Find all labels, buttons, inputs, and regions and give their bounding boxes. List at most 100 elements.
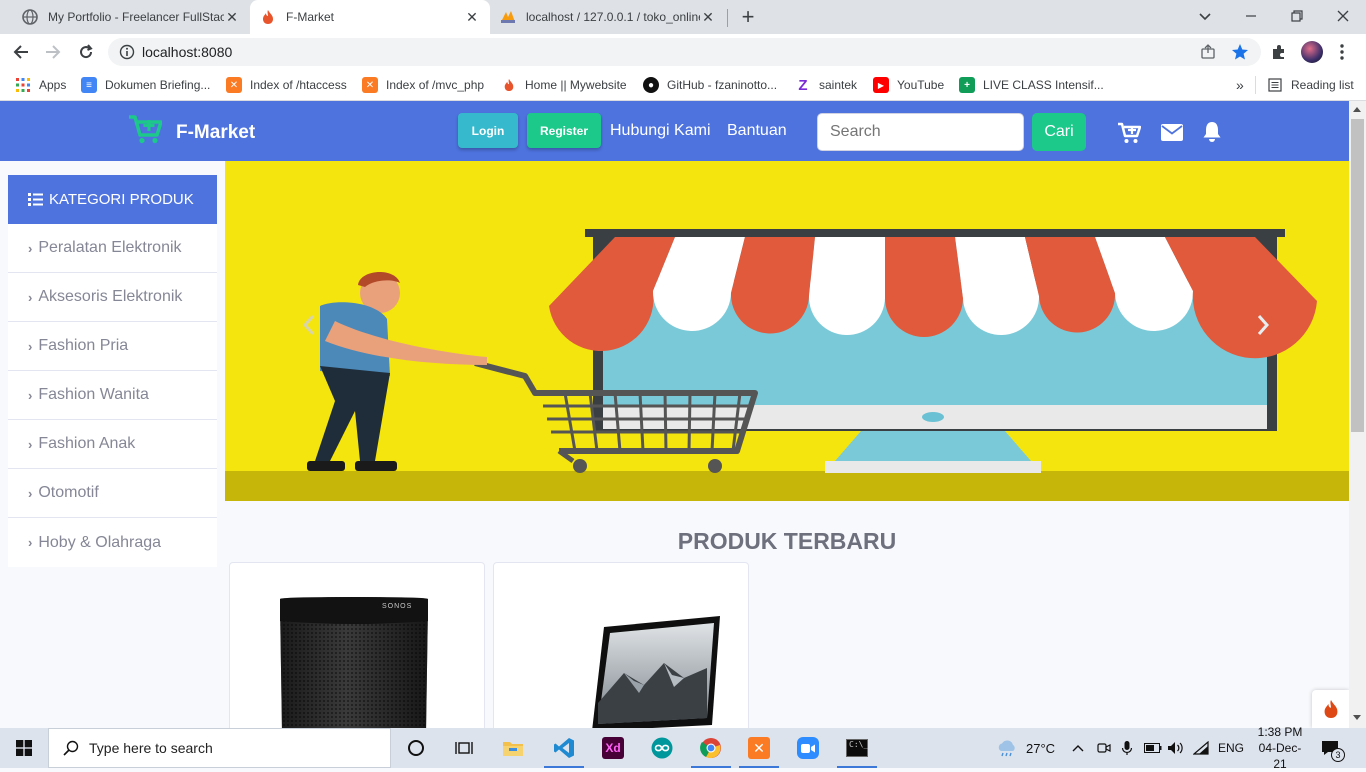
task-view-icon[interactable]	[440, 728, 488, 768]
url-text[interactable]: localhost:8080	[142, 44, 232, 60]
bookmark-live-class[interactable]: + LIVE CLASS Intensif...	[959, 76, 1104, 94]
minimize-icon[interactable]	[1241, 6, 1261, 26]
category-item-fashion-anak[interactable]: › Fashion Anak	[8, 420, 217, 469]
volume-icon[interactable]	[1167, 728, 1185, 768]
profile-avatar[interactable]	[1301, 41, 1323, 63]
bookmark-dokumen[interactable]: ≡ Dokumen Briefing...	[81, 76, 210, 94]
bookmark-github[interactable]: ● GitHub - fzaninotto...	[643, 76, 777, 94]
scroll-down-arrow-icon[interactable]	[1353, 715, 1361, 720]
menu-kebab-icon[interactable]	[1339, 42, 1345, 62]
bookmark-home[interactable]: Home || Mywebsite	[501, 76, 627, 94]
tray-chevron-up-icon[interactable]	[1072, 728, 1086, 768]
weather-widget[interactable]: 27°C	[996, 728, 1055, 768]
site-navbar: F-Market Login Register Hubungi Kami Ban…	[0, 101, 1349, 161]
scrollbar-thumb[interactable]	[1351, 119, 1364, 432]
cart-plus-icon[interactable]	[1117, 122, 1142, 144]
cart-plus-logo-icon	[128, 114, 163, 144]
reading-list-button[interactable]: Reading list	[1267, 76, 1354, 94]
meet-now-icon[interactable]	[1097, 728, 1111, 768]
product-card[interactable]: SONOS	[229, 562, 485, 732]
cortana-icon[interactable]	[392, 728, 440, 768]
clock[interactable]: 1:38 PM 04-Dec-21	[1252, 725, 1308, 771]
search-icon	[63, 740, 79, 756]
notification-center-icon[interactable]: 3	[1320, 728, 1345, 768]
search-input[interactable]	[817, 113, 1024, 151]
restore-icon[interactable]	[1287, 6, 1307, 26]
file-explorer-icon[interactable]	[489, 728, 537, 768]
info-icon[interactable]	[119, 44, 135, 60]
bookmark-saintek[interactable]: Z saintek	[795, 76, 857, 94]
envelope-icon[interactable]	[1161, 124, 1183, 141]
wifi-icon[interactable]	[1193, 728, 1209, 768]
category-sidebar: KATEGORI PRODUK › Peralatan Elektronik › A…	[8, 175, 217, 567]
bookmark-label: Apps	[39, 78, 67, 92]
close-tab-icon[interactable]: ✕	[700, 9, 716, 25]
category-item-fashion-wanita[interactable]: › Fashion Wanita	[8, 371, 217, 420]
bookmark-htaccess[interactable]: ✕ Index of /htaccess	[226, 76, 347, 94]
tab-portfolio[interactable]: My Portfolio - Freelancer FullStack ✕	[8, 0, 250, 34]
search-button[interactable]: Cari	[1032, 113, 1086, 151]
bookmarks-divider	[1255, 76, 1256, 94]
bookmark-star-icon[interactable]	[1231, 43, 1249, 61]
zoom-icon[interactable]	[784, 728, 832, 768]
windows-start-icon[interactable]	[0, 728, 48, 768]
carousel-prev-icon[interactable]	[301, 313, 317, 337]
address-bar[interactable]: localhost:8080	[108, 38, 1261, 66]
weather-temperature: 27°C	[1026, 740, 1056, 756]
bell-icon[interactable]	[1202, 121, 1222, 143]
clock-time: 1:38 PM	[1257, 725, 1303, 739]
bookmark-apps[interactable]: Apps	[15, 76, 66, 94]
windows-taskbar: Type here to search Xd ✕ C:\_ 27°C ENG 1…	[0, 725, 1366, 771]
category-item-hoby-olahraga[interactable]: › Hoby & Olahraga	[8, 518, 217, 567]
category-item-peralatan-elektronik[interactable]: › Peralatan Elektronik	[8, 224, 217, 273]
xampp-taskbar-icon[interactable]: ✕	[735, 728, 783, 768]
adobe-xd-glyph: Xd	[602, 737, 624, 759]
new-tab-button[interactable]: +	[737, 5, 759, 29]
nav-link-bantuan[interactable]: Bantuan	[727, 122, 787, 140]
bookmarks-more-button[interactable]: »	[1236, 76, 1244, 94]
product-card[interactable]	[493, 562, 749, 732]
adobe-xd-icon[interactable]: Xd	[589, 728, 637, 768]
bookmark-youtube[interactable]: ▶ YouTube	[873, 76, 944, 94]
chrome-icon[interactable]	[687, 728, 735, 768]
category-label: Fashion Wanita	[38, 386, 149, 403]
close-window-icon[interactable]	[1333, 6, 1353, 26]
debug-toolbar-flame-icon[interactable]	[1312, 690, 1349, 728]
category-item-otomotif[interactable]: › Otomotif	[8, 469, 217, 518]
tab-separator	[727, 9, 728, 27]
close-tab-icon[interactable]: ✕	[464, 9, 480, 25]
speaker-product-image	[280, 597, 428, 731]
register-button[interactable]: Register	[527, 113, 601, 148]
category-item-fashion-pria[interactable]: › Fashion Pria	[8, 322, 217, 371]
microphone-icon[interactable]	[1121, 728, 1133, 768]
taskbar-search-box[interactable]: Type here to search	[48, 728, 391, 768]
terminal-icon[interactable]: C:\_	[833, 728, 881, 768]
laptop-product-image	[592, 616, 720, 731]
bookmark-label: Dokumen Briefing...	[105, 78, 211, 92]
browser-toolbar: localhost:8080	[0, 34, 1366, 70]
vscode-icon[interactable]	[540, 728, 588, 768]
nav-link-hubungi-kami[interactable]: Hubungi Kami	[610, 122, 711, 140]
carousel-next-icon[interactable]	[1255, 313, 1271, 337]
extensions-icon[interactable]	[1270, 43, 1288, 61]
category-item-aksesoris-elektronik[interactable]: › Aksesoris Elektronik	[8, 273, 217, 322]
scroll-up-arrow-icon[interactable]	[1353, 107, 1361, 112]
reload-icon[interactable]	[76, 42, 96, 62]
tab-phpmyadmin[interactable]: localhost / 127.0.0.1 / toko_online ✕	[490, 0, 726, 34]
battery-icon[interactable]	[1144, 728, 1162, 768]
page-scrollbar[interactable]	[1349, 101, 1366, 728]
tab-search-icon[interactable]	[1195, 6, 1215, 26]
forward-icon[interactable]	[43, 42, 63, 62]
tab-fmarket[interactable]: F-Market ✕	[250, 0, 490, 34]
arduino-icon[interactable]	[638, 728, 686, 768]
share-icon[interactable]	[1200, 44, 1216, 60]
back-icon[interactable]	[11, 42, 31, 62]
category-label: Aksesoris Elektronik	[38, 288, 183, 305]
sheets-icon: +	[959, 77, 975, 93]
bookmark-mvc-php[interactable]: ✕ Index of /mvc_php	[362, 76, 484, 94]
language-indicator[interactable]: ENG	[1218, 728, 1244, 768]
close-tab-icon[interactable]: ✕	[224, 9, 240, 25]
login-button[interactable]: Login	[458, 113, 518, 148]
brand-name[interactable]: F-Market	[176, 122, 255, 144]
chevron-right-icon: ›	[28, 289, 33, 305]
